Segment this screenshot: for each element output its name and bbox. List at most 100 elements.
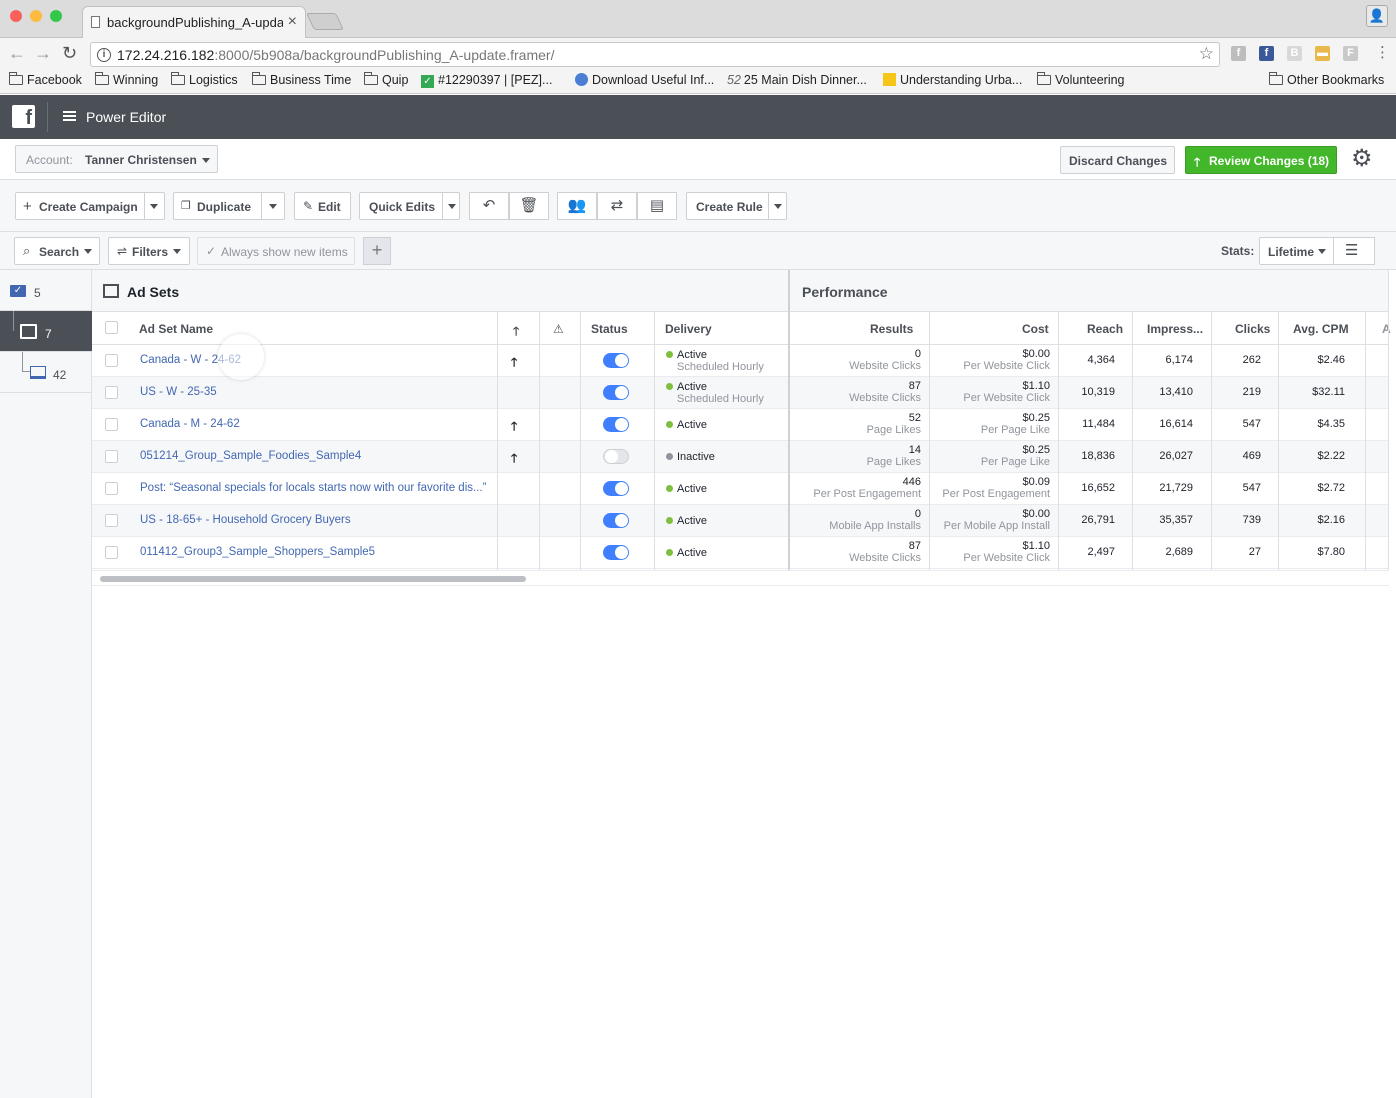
row-checkbox[interactable] bbox=[105, 418, 118, 431]
nav-campaigns[interactable]: ✓ 5 bbox=[0, 270, 92, 311]
url-input[interactable]: i 172.24.216.182:8000/5b908a/backgroundP… bbox=[90, 42, 1220, 67]
duplicate-button[interactable]: ❐ Duplicate bbox=[173, 192, 285, 220]
status-toggle[interactable] bbox=[603, 545, 629, 560]
always-show-new-items-toggle[interactable]: ✓ Always show new items bbox=[197, 237, 355, 265]
back-icon[interactable]: ← bbox=[8, 43, 26, 64]
row-checkbox[interactable] bbox=[105, 514, 118, 527]
col-warning-icon[interactable]: ⚠ bbox=[553, 322, 564, 336]
ad-set-name-link[interactable]: Post: “Seasonal specials for locals star… bbox=[140, 482, 486, 494]
col-more[interactable]: A bbox=[1382, 322, 1391, 336]
other-bookmarks[interactable]: Other Bookmarks bbox=[1269, 72, 1384, 87]
bookmark-star-icon[interactable]: ☆ bbox=[1199, 44, 1214, 64]
add-people-icon[interactable]: 👥 bbox=[557, 192, 597, 220]
ad-set-name-link[interactable]: US - W - 25-35 bbox=[140, 386, 217, 398]
info-icon[interactable]: i bbox=[97, 48, 111, 62]
ad-set-name-link[interactable]: US - 18-65+ - Household Grocery Buyers bbox=[140, 514, 351, 526]
facebook-logo[interactable]: f bbox=[12, 105, 35, 129]
browser-menu-icon[interactable]: ⋮ bbox=[1375, 43, 1390, 61]
bookmark-understanding[interactable]: Understanding Urba... bbox=[883, 73, 1022, 87]
table-row[interactable]: Post: “Seasonal specials for locals star… bbox=[92, 473, 1389, 505]
bookmark-quip[interactable]: Quip bbox=[364, 72, 408, 87]
status-toggle[interactable] bbox=[603, 353, 629, 368]
bookmark-logistics[interactable]: Logistics bbox=[171, 72, 238, 87]
profile-icon[interactable]: 👤 bbox=[1366, 5, 1388, 27]
trash-icon[interactable]: 🗑 bbox=[509, 192, 549, 220]
status-toggle[interactable] bbox=[603, 417, 629, 432]
extension-facebook-icon[interactable]: f bbox=[1231, 46, 1246, 61]
hamburger-menu-icon[interactable] bbox=[63, 111, 76, 121]
bookmark-winning[interactable]: Winning bbox=[95, 72, 158, 87]
browser-tab[interactable]: backgroundPublishing_A-update.framer/ × bbox=[82, 6, 306, 38]
edit-button[interactable]: ✎ Edit bbox=[294, 192, 351, 220]
col-impressions[interactable]: Impress... bbox=[1147, 322, 1203, 336]
table-row[interactable]: Canada - W - 24-62 🡑 Active Scheduled Hourl… bbox=[92, 345, 1389, 377]
create-rule-button[interactable]: Create Rule bbox=[686, 192, 787, 220]
table-row[interactable]: Canada - M - 24-62 🡑 Active 52 Page Likes $0.… bbox=[92, 409, 1389, 441]
bookmark-business-time[interactable]: Business Time bbox=[252, 72, 351, 87]
chevron-down-icon[interactable] bbox=[774, 204, 782, 209]
create-campaign-button[interactable]: + Create Campaign bbox=[15, 192, 165, 220]
extension-b-icon[interactable]: B bbox=[1287, 46, 1302, 61]
chevron-down-icon[interactable] bbox=[150, 204, 158, 209]
status-toggle[interactable] bbox=[603, 449, 629, 464]
col-results[interactable]: Results bbox=[870, 322, 913, 336]
extension-facebook-blue-icon[interactable]: f bbox=[1259, 46, 1274, 61]
col-avg-cpm[interactable]: Avg. CPM bbox=[1293, 322, 1349, 336]
undo-icon[interactable]: ↶ bbox=[469, 192, 509, 220]
close-window-button[interactable] bbox=[10, 10, 22, 22]
row-checkbox[interactable] bbox=[105, 386, 118, 399]
row-checkbox[interactable] bbox=[105, 482, 118, 495]
bookmark-facebook[interactable]: Facebook bbox=[9, 72, 82, 87]
nav-ads[interactable]: 42 bbox=[0, 352, 92, 393]
status-toggle[interactable] bbox=[603, 385, 629, 400]
search-dropdown[interactable]: ⌕ Search bbox=[14, 237, 100, 265]
horizontal-scrollbar[interactable] bbox=[100, 576, 526, 582]
row-checkbox[interactable] bbox=[105, 546, 118, 559]
filters-dropdown[interactable]: ⇌ Filters bbox=[108, 237, 190, 265]
nav-ad-sets[interactable]: 7 bbox=[0, 311, 92, 352]
stats-dropdown[interactable]: Lifetime bbox=[1259, 237, 1334, 265]
col-ad-set-name[interactable]: Ad Set Name bbox=[139, 322, 213, 336]
column-settings-icon[interactable]: ☰ bbox=[1333, 237, 1375, 265]
row-checkbox[interactable] bbox=[105, 354, 118, 367]
table-row[interactable]: 011412_Group3_Sample_Shoppers_Sample5 Act… bbox=[92, 537, 1389, 569]
discard-changes-button[interactable]: Discard Changes bbox=[1060, 146, 1175, 174]
reload-icon[interactable]: ↻ bbox=[62, 43, 77, 64]
status-toggle[interactable] bbox=[603, 513, 629, 528]
extension-yellow-icon[interactable]: ▬ bbox=[1315, 46, 1330, 61]
bookmark-main-dish[interactable]: 52 25 Main Dish Dinner... bbox=[727, 73, 867, 87]
chevron-down-icon[interactable] bbox=[448, 204, 456, 209]
maximize-window-button[interactable] bbox=[50, 10, 62, 22]
tab-close-icon[interactable]: × bbox=[288, 13, 297, 31]
col-reach[interactable]: Reach bbox=[1087, 322, 1123, 336]
account-selector[interactable]: Account: Tanner Christensen bbox=[15, 145, 218, 173]
col-publish-arrow-icon[interactable]: 🡑 bbox=[513, 322, 519, 343]
forward-icon[interactable]: → bbox=[34, 43, 52, 64]
col-cost[interactable]: Cost bbox=[1022, 322, 1049, 336]
select-all-checkbox[interactable] bbox=[105, 321, 118, 334]
col-clicks[interactable]: Clicks bbox=[1235, 322, 1270, 336]
table-row[interactable]: US - 18-65+ - Household Grocery Buyers Ac… bbox=[92, 505, 1389, 537]
ad-preview-icon[interactable]: ▤ bbox=[637, 192, 677, 220]
bookmark-download[interactable]: Download Useful Inf... bbox=[575, 73, 714, 87]
minimize-window-button[interactable] bbox=[30, 10, 42, 22]
table-row[interactable]: US - W - 25-35 Active Scheduled Hourly 87 We… bbox=[92, 377, 1389, 409]
gear-icon[interactable]: ⚙ bbox=[1351, 147, 1373, 171]
table-row[interactable]: 051214_Group_Sample_Foodies_Sample4 🡑 Inac… bbox=[92, 441, 1389, 473]
ad-set-name-link[interactable]: 051214_Group_Sample_Foodies_Sample4 bbox=[140, 450, 361, 462]
review-changes-button[interactable]: 🡑 Review Changes (18) bbox=[1185, 146, 1337, 174]
new-tab-button[interactable] bbox=[306, 13, 344, 30]
ad-set-name-link[interactable]: 011412_Group3_Sample_Shoppers_Sample5 bbox=[140, 546, 375, 558]
status-toggle[interactable] bbox=[603, 481, 629, 496]
col-status[interactable]: Status bbox=[591, 322, 628, 336]
col-delivery[interactable]: Delivery bbox=[665, 322, 712, 336]
extension-f-icon[interactable]: F bbox=[1343, 46, 1358, 61]
quick-edits-button[interactable]: Quick Edits bbox=[359, 192, 460, 220]
bookmark-volunteering[interactable]: Volunteering bbox=[1037, 72, 1125, 87]
transfer-icon[interactable]: ⇄ bbox=[597, 192, 637, 220]
row-checkbox[interactable] bbox=[105, 450, 118, 463]
add-filter-button[interactable]: + bbox=[363, 237, 391, 265]
bookmark-pez[interactable]: ✓ #12290397 | [PEZ]... bbox=[421, 73, 552, 88]
ad-set-name-link[interactable]: Canada - M - 24-62 bbox=[140, 418, 240, 430]
chevron-down-icon[interactable] bbox=[269, 204, 277, 209]
